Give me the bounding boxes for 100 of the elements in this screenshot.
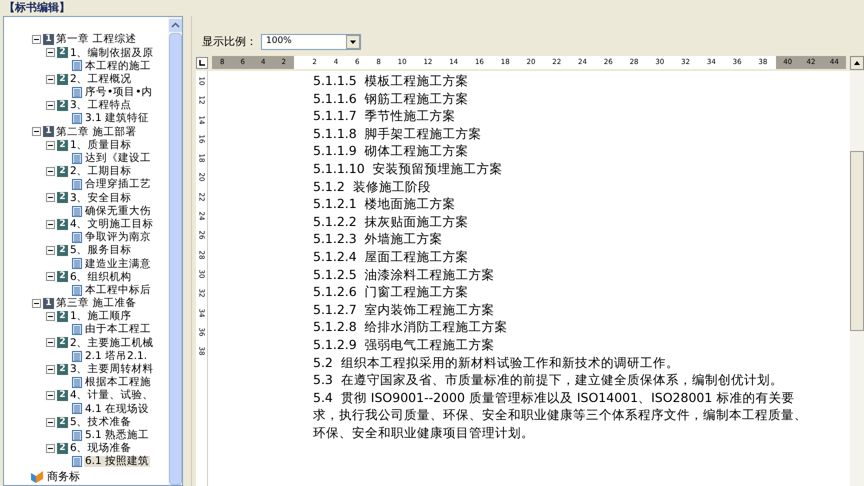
tree-item[interactable]: 达到《建设工 xyxy=(84,153,152,164)
level-icon: 2 xyxy=(57,74,68,85)
tree-item[interactable]: 1、施工顺序 xyxy=(70,311,132,322)
window-title: 【标书编辑】 xyxy=(4,2,70,14)
collapse-icon[interactable] xyxy=(46,246,55,256)
document-paragraph: 5.4 贯彻 ISO9001--2000 质量管理标准以及 ISO14001、ISO28001 标准的有关要求，执行我公司质量、环保、安全和职业健康等三个体系程序文件，编制本工程质量、环保、安全和职业健康项目管理计划。 xyxy=(313,388,808,442)
tree-item[interactable]: 4、文明施工目标 xyxy=(70,218,154,230)
document-icon xyxy=(72,86,82,98)
document-paragraph: 5.1.2 装修施工阶段 xyxy=(313,178,432,196)
document-icon xyxy=(72,403,82,414)
document-paragraph: 5.1.2.2 抹灰贴面施工方案 xyxy=(313,212,470,230)
document-paragraph: 5.2 组织本工程拟采用的新材料试验工作和新技术的调研工作。 xyxy=(313,354,680,372)
level-icon: 1 xyxy=(43,126,54,138)
tree-item[interactable]: 5、服务目标 xyxy=(70,245,132,256)
zoom-dropdown[interactable]: 100% xyxy=(261,34,361,50)
level-icon: 2 xyxy=(57,100,68,112)
tree-item[interactable]: 确保无重大伤 xyxy=(84,206,152,216)
tree-item[interactable]: 6.1 按照建筑 xyxy=(84,456,150,467)
document-paragraph: 5.1.2.3 外墙施工方案 xyxy=(313,230,444,248)
tree-item[interactable]: 5、技术准备 xyxy=(70,416,132,428)
document-icon xyxy=(72,232,82,243)
tree-item[interactable]: 第三章 施工准备 xyxy=(56,298,136,309)
tree-item[interactable]: 6、组织机构 xyxy=(70,272,132,282)
scroll-up-button[interactable] xyxy=(850,56,864,70)
document-icon xyxy=(72,60,82,72)
tree-item[interactable]: 第一章 工程综述 xyxy=(56,34,136,45)
level-icon: 2 xyxy=(57,192,68,204)
tree-item[interactable]: 3、主要周转材料 xyxy=(70,364,154,375)
tree-item[interactable]: 1、质量目标 xyxy=(70,140,132,150)
collapse-icon[interactable] xyxy=(32,127,41,136)
document-paragraph: 5.1.1.7 季节性施工方案 xyxy=(313,107,457,125)
tab-stop-icon[interactable] xyxy=(196,56,208,68)
level-icon: 1 xyxy=(43,34,54,46)
collapse-icon[interactable] xyxy=(46,444,55,453)
tree-item[interactable]: 第二章 施工部署 xyxy=(56,126,136,138)
collapse-icon[interactable] xyxy=(46,220,55,229)
tree-item[interactable]: 本工程中标后 xyxy=(84,284,152,296)
document-icon xyxy=(72,152,82,164)
level-icon: 2 xyxy=(57,47,68,58)
tree-item[interactable]: 3、工程特点 xyxy=(70,100,132,111)
collapse-icon[interactable] xyxy=(46,312,55,322)
zoom-label: 显示比例： xyxy=(202,34,257,50)
tree-item[interactable]: 3、安全目标 xyxy=(70,192,132,204)
tree-item[interactable]: 序号•项目•内 xyxy=(84,87,154,98)
collapse-icon[interactable] xyxy=(32,35,41,44)
document-paragraph: 5.1.2.4 屋面工程施工方案 xyxy=(313,248,470,266)
document-icon xyxy=(72,258,82,270)
collapse-icon[interactable] xyxy=(46,48,55,58)
document-paragraph: 5.1.2.5 油漆涂料工程施工方案 xyxy=(313,266,496,284)
collapse-icon[interactable] xyxy=(46,166,55,176)
tree-item[interactable]: 2、工期目标 xyxy=(70,166,132,177)
tree-item[interactable]: 商务标 xyxy=(47,470,80,482)
level-icon: 2 xyxy=(57,218,68,230)
tree-item[interactable]: 4.1 在现场设 xyxy=(84,404,150,414)
collapse-icon[interactable] xyxy=(46,391,55,400)
tree-item[interactable]: 2、工程概况 xyxy=(70,74,132,84)
tree-item[interactable]: 1、编制依据及原 xyxy=(70,48,154,58)
document-paragraph: 5.1.1.9 砌体工程施工方案 xyxy=(313,142,470,160)
tree-item[interactable]: 根据本工程施 xyxy=(84,377,152,388)
document-paragraph: 5.3 在遵守国家及省、市质量标准的前提下，建立健全质保体系，编制创优计划。 xyxy=(313,371,784,389)
document-icon xyxy=(72,284,82,296)
collapse-icon[interactable] xyxy=(46,364,55,374)
tree-item[interactable]: 本工程的施工 xyxy=(84,60,152,72)
collapse-icon[interactable] xyxy=(32,298,41,308)
tree-item[interactable]: 由于本工程工 xyxy=(84,324,152,335)
tree-item[interactable]: 4、计量、试验、 xyxy=(70,390,154,401)
collapse-icon[interactable] xyxy=(46,418,55,427)
collapse-icon[interactable] xyxy=(46,338,55,348)
level-icon: 2 xyxy=(57,442,68,454)
level-icon: 2 xyxy=(57,416,68,428)
tree-item[interactable]: 5.1 熟悉施工 xyxy=(84,430,150,440)
document-icon xyxy=(72,113,82,124)
document-icon xyxy=(72,206,82,217)
document-paragraph: 5.1.2.9 强弱电气工程施工方案 xyxy=(313,336,496,354)
level-icon: 1 xyxy=(43,298,54,309)
document-icon xyxy=(72,376,82,388)
dropdown-caret-icon xyxy=(346,35,360,49)
tree-item[interactable]: 3.1 建筑特征 xyxy=(84,113,150,124)
tree-item[interactable]: 2、主要施工机械 xyxy=(70,338,154,348)
document-icon xyxy=(72,456,82,468)
document-paragraph: 5.1.1.6 钢筋工程施工方案 xyxy=(313,90,470,108)
level-icon: 2 xyxy=(57,245,68,256)
tree-item[interactable]: 2.1 塔吊2.1. xyxy=(84,350,148,362)
level-icon: 2 xyxy=(57,390,68,402)
collapse-icon[interactable] xyxy=(46,74,55,84)
document-icon xyxy=(72,430,82,441)
scrollbar[interactable] xyxy=(850,71,864,486)
collapse-icon[interactable] xyxy=(46,272,55,282)
document-paragraph: 5.1.2.6 门窗工程施工方案 xyxy=(313,283,470,301)
tree-item[interactable]: 争取评为南京 xyxy=(84,232,152,243)
tree-item[interactable]: 6、现场准备 xyxy=(70,443,132,454)
collapse-icon[interactable] xyxy=(46,101,55,110)
document-paragraph: 5.1.1.5 模板工程施工方案 xyxy=(313,72,470,90)
tree-item[interactable]: 建造业主满意 xyxy=(84,258,152,270)
document-paragraph: 5.1.1.8 脚手架工程施工方案 xyxy=(313,124,483,142)
scroll-thumb[interactable] xyxy=(850,151,864,331)
collapse-icon[interactable] xyxy=(46,193,55,202)
document-paragraph: 5.1.2.8 给排水消防工程施工方案 xyxy=(313,318,509,336)
tree-item[interactable]: 合理穿插工艺 xyxy=(84,179,152,190)
collapse-icon[interactable] xyxy=(46,140,55,150)
